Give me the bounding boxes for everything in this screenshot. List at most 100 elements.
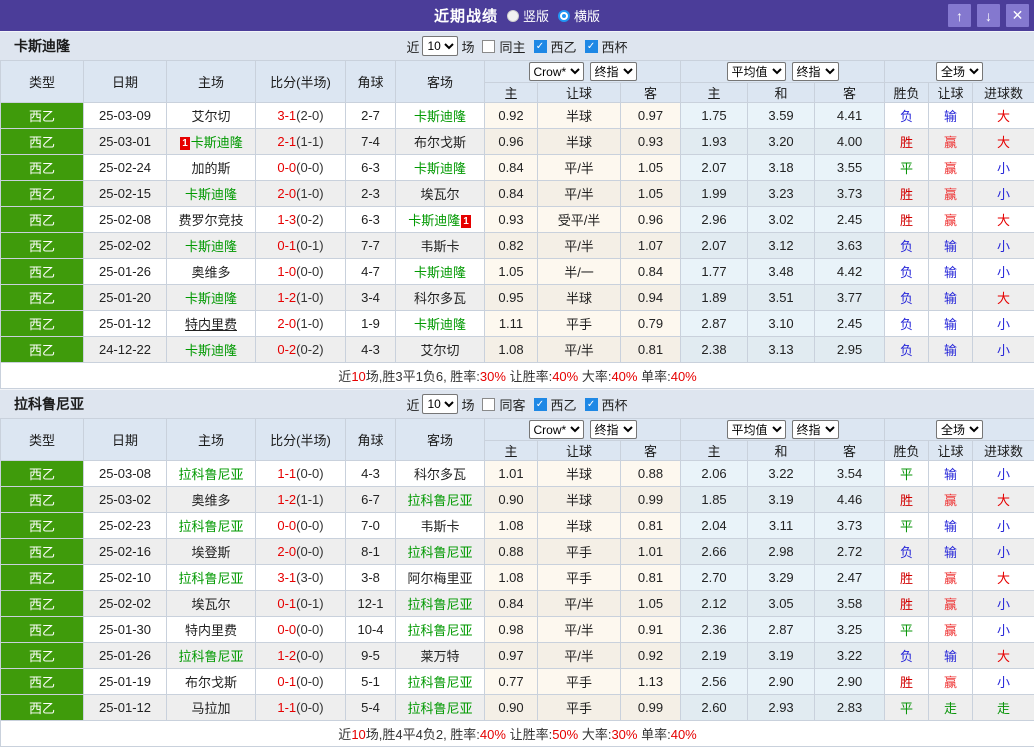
section-header: 卡斯迪隆 近 10 场 同主 ✓ 西乙 ✓ 西杯 (0, 31, 1034, 60)
corner-cell: 5-4 (346, 695, 396, 721)
team-section-away: 拉科鲁尼亚 近 10 场 同客 ✓ 西乙 ✓ 西杯 类型 日期 主场 (0, 389, 1034, 747)
result-wdl-cell: 胜 (885, 207, 929, 233)
odds-away-cell: 0.88 (621, 461, 681, 487)
result-handicap-cell: 输 (929, 285, 973, 311)
result-handicap-cell: 输 (929, 643, 973, 669)
avg-home-cell: 2.12 (681, 591, 748, 617)
summary-stat-value: 40% (552, 369, 578, 384)
league-checkbox[interactable]: ✓ (534, 398, 547, 411)
move-up-button[interactable]: ↑ (948, 4, 971, 27)
cup-checkbox[interactable]: ✓ (585, 398, 598, 411)
summary-stat-value: 50% (552, 727, 578, 742)
average-select[interactable]: 平均值 (727, 62, 786, 81)
avg-home-cell: 1.85 (681, 487, 748, 513)
match-row: 西乙25-02-23拉科鲁尼亚0-0(0-0)7-0韦斯卡1.08半球0.812… (1, 513, 1034, 539)
date-cell: 25-01-19 (84, 669, 167, 695)
score-cell: 0-1(0-1) (256, 591, 346, 617)
fulltime-score: 1-1 (277, 700, 296, 715)
avg-draw-cell: 3.51 (748, 285, 815, 311)
team-name: 卡斯迪隆 (185, 187, 237, 202)
result-handicap-cell: 输 (929, 461, 973, 487)
team-name: 阿尔梅里亚 (407, 571, 472, 586)
corner-cell: 7-0 (346, 513, 396, 539)
fulltime-select[interactable]: 全场 (936, 420, 983, 439)
home-team-cell: 马拉加 (167, 695, 256, 721)
corner-cell: 2-7 (346, 103, 396, 129)
sub-goals: 进球数 (973, 83, 1034, 103)
layout-vertical-radio[interactable]: 竖版 (507, 6, 549, 25)
team-name: 布尔戈斯 (185, 675, 237, 690)
date-cell: 25-02-15 (84, 181, 167, 207)
corner-cell: 4-3 (346, 337, 396, 363)
recent-count-select[interactable]: 10 (422, 394, 458, 414)
result-handicap-cell: 赢 (929, 207, 973, 233)
date-cell: 25-03-02 (84, 487, 167, 513)
team-name: 拉科鲁尼亚 (407, 545, 472, 560)
move-down-button[interactable]: ↓ (977, 4, 1000, 27)
team-name: 拉科鲁尼亚 (407, 701, 472, 716)
sub-odds-away: 客 (621, 441, 681, 461)
avg-away-cell: 2.45 (815, 311, 885, 337)
team-name: 卡斯迪隆 (185, 291, 237, 306)
result-goals-cell: 小 (973, 461, 1034, 487)
cup-checkbox[interactable]: ✓ (585, 40, 598, 53)
close-button[interactable]: ✕ (1006, 4, 1029, 27)
avg-stage-select[interactable]: 终指 (792, 420, 839, 439)
avg-away-cell: 3.22 (815, 643, 885, 669)
league-checkbox[interactable]: ✓ (534, 40, 547, 53)
same-venue-checkbox[interactable] (482, 40, 495, 53)
avg-away-cell: 3.73 (815, 513, 885, 539)
avg-draw-cell: 3.18 (748, 155, 815, 181)
avg-draw-cell: 2.90 (748, 669, 815, 695)
sub-avg-home: 主 (681, 441, 748, 461)
odds-home-cell: 0.88 (485, 539, 538, 565)
home-team-cell: 1卡斯迪隆 (167, 129, 256, 155)
result-wdl-cell: 负 (885, 285, 929, 311)
date-cell: 25-02-23 (84, 513, 167, 539)
match-row: 西乙25-01-26拉科鲁尼亚1-2(0-0)9-5莱万特0.97平/半0.92… (1, 643, 1034, 669)
odds-handicap-cell: 平/半 (538, 155, 621, 181)
sub-handicap-result: 让球 (929, 441, 973, 461)
radio-unchecked-icon (507, 10, 519, 22)
avg-stage-select[interactable]: 终指 (792, 62, 839, 81)
average-select[interactable]: 平均值 (727, 420, 786, 439)
layout-horizontal-radio[interactable]: 横版 (558, 6, 600, 25)
date-cell: 25-01-12 (84, 695, 167, 721)
score-cell: 2-0(0-0) (256, 539, 346, 565)
score-cell: 3-1(3-0) (256, 565, 346, 591)
fulltime-select[interactable]: 全场 (936, 62, 983, 81)
match-row: 西乙25-01-26奥维多1-0(0-0)4-7卡斯迪隆1.05半/一0.841… (1, 259, 1034, 285)
bookmaker-select[interactable]: Crow* (529, 62, 584, 81)
bookmaker-select[interactable]: Crow* (529, 420, 584, 439)
result-wdl-cell: 负 (885, 643, 929, 669)
result-goals-cell: 大 (973, 643, 1034, 669)
sub-wdl: 胜负 (885, 441, 929, 461)
away-team-cell: 拉科鲁尼亚 (396, 539, 485, 565)
summary-stat-value: 40% (671, 727, 697, 742)
sub-avg-draw: 和 (748, 83, 815, 103)
avg-draw-cell: 2.87 (748, 617, 815, 643)
team-name: 莱万特 (420, 649, 459, 664)
match-row: 西乙25-02-24加的斯0-0(0-0)6-3卡斯迪隆0.84平/半1.052… (1, 155, 1034, 181)
match-row: 西乙25-03-09艾尔切3-1(2-0)2-7卡斯迪隆0.92半球0.971.… (1, 103, 1034, 129)
avg-home-cell: 1.93 (681, 129, 748, 155)
result-wdl-cell: 负 (885, 259, 929, 285)
league-cell: 西乙 (1, 103, 84, 129)
odds-away-cell: 0.91 (621, 617, 681, 643)
odds-stage-select[interactable]: 终指 (590, 420, 637, 439)
odds-handicap-cell: 平/半 (538, 337, 621, 363)
panel-title: 近期战绩 (434, 5, 498, 26)
home-team-cell: 加的斯 (167, 155, 256, 181)
odds-group-header: Crow* 终指 (485, 419, 681, 441)
result-wdl-cell: 负 (885, 539, 929, 565)
odds-away-cell: 0.93 (621, 129, 681, 155)
result-wdl-cell: 负 (885, 233, 929, 259)
league-cell: 西乙 (1, 591, 84, 617)
odds-stage-select[interactable]: 终指 (590, 62, 637, 81)
titlebar: 近期战绩 竖版 横版 ↑ ↓ ✕ (0, 0, 1034, 31)
red-card-badge: 1 (180, 137, 190, 150)
same-venue-checkbox[interactable] (482, 398, 495, 411)
odds-away-cell: 0.81 (621, 513, 681, 539)
recent-count-select[interactable]: 10 (422, 36, 458, 56)
corner-cell: 4-7 (346, 259, 396, 285)
